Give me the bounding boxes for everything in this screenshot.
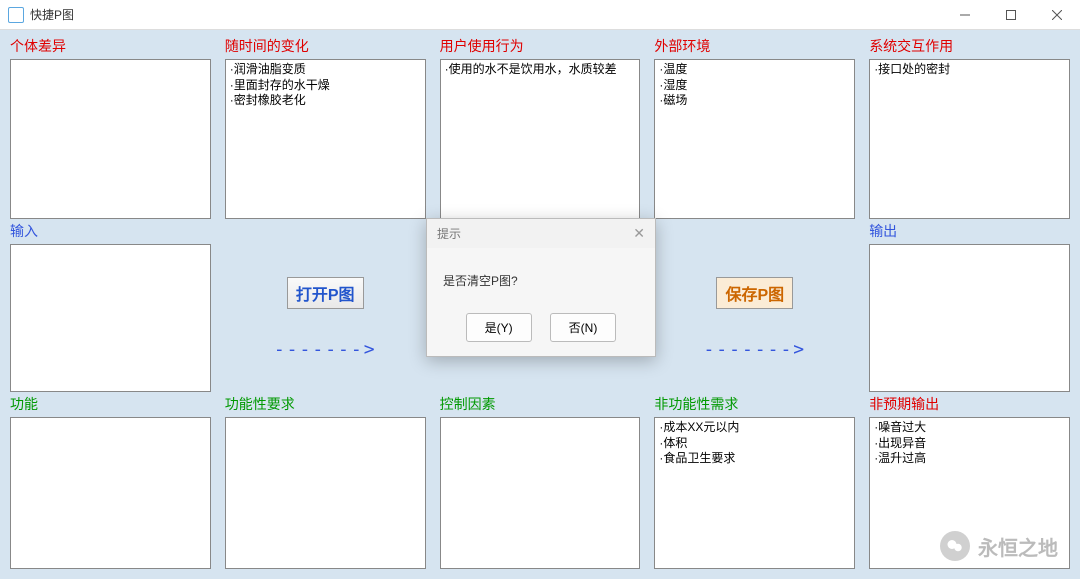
header-system-interaction: 系统交互作用 <box>869 36 1070 57</box>
box-output <box>869 244 1070 392</box>
dialog-title-text: 提示 <box>437 225 461 242</box>
dialog-buttons: 是(Y) 否(N) <box>427 309 655 356</box>
window-title: 快捷P图 <box>30 6 74 23</box>
save-pmap-button[interactable]: 保存P图 <box>716 277 793 309</box>
header-function: 功能 <box>10 394 211 415</box>
textarea-functional-req[interactable] <box>226 418 425 568</box>
box-external-env <box>654 59 855 219</box>
open-pmap-button[interactable]: 打开P图 <box>287 277 364 309</box>
textarea-time-change[interactable] <box>226 60 425 218</box>
textarea-control-factor[interactable] <box>441 418 640 568</box>
watermark-text: 永恒之地 <box>978 532 1058 561</box>
header-external-env: 外部环境 <box>654 36 855 57</box>
dialog-titlebar: 提示 ✕ <box>427 219 655 248</box>
box-input <box>10 244 211 392</box>
textarea-system-interaction[interactable] <box>870 60 1069 218</box>
maximize-button[interactable] <box>988 0 1034 30</box>
dialog-yes-button[interactable]: 是(Y) <box>466 313 532 342</box>
textarea-input[interactable] <box>11 245 210 391</box>
app-icon <box>8 7 24 23</box>
header-control-factor: 控制因素 <box>440 394 641 415</box>
textarea-user-behavior[interactable] <box>441 60 640 218</box>
box-system-interaction <box>869 59 1070 219</box>
dialog-close-icon[interactable]: ✕ <box>633 225 645 242</box>
box-control-factor <box>440 417 641 569</box>
arrow-right: -------> <box>703 339 806 360</box>
header-functional-req: 功能性要求 <box>225 394 426 415</box>
box-time-change <box>225 59 426 219</box>
close-button[interactable] <box>1034 0 1080 30</box>
box-functional-req <box>225 417 426 569</box>
confirm-dialog: 提示 ✕ 是否清空P图? 是(Y) 否(N) <box>426 218 656 357</box>
box-nonfunctional-req <box>654 417 855 569</box>
middle-open-cell: 打开P图 -------> <box>225 244 426 392</box>
textarea-individual-diff[interactable] <box>11 60 210 218</box>
header-individual-diff: 个体差异 <box>10 36 211 57</box>
dialog-no-button[interactable]: 否(N) <box>550 313 617 342</box>
middle-save-cell: 保存P图 -------> <box>654 244 855 392</box>
minimize-button[interactable] <box>942 0 988 30</box>
box-function <box>10 417 211 569</box>
header-time-change: 随时间的变化 <box>225 36 426 57</box>
textarea-external-env[interactable] <box>655 60 854 218</box>
header-user-behavior: 用户使用行为 <box>440 36 641 57</box>
watermark: 永恒之地 <box>940 531 1058 561</box>
dialog-message: 是否清空P图? <box>427 248 655 309</box>
textarea-output[interactable] <box>870 245 1069 391</box>
window-controls <box>942 0 1080 30</box>
header-unexpected-output: 非预期输出 <box>869 394 1070 415</box>
textarea-function[interactable] <box>11 418 210 568</box>
box-individual-diff <box>10 59 211 219</box>
header-output: 输出 <box>869 221 1070 242</box>
titlebar: 快捷P图 <box>0 0 1080 30</box>
box-user-behavior <box>440 59 641 219</box>
arrow-left: -------> <box>274 339 377 360</box>
header-nonfunctional-req: 非功能性需求 <box>654 394 855 415</box>
wechat-icon <box>940 531 970 561</box>
textarea-nonfunctional-req[interactable] <box>655 418 854 568</box>
header-input: 输入 <box>10 221 211 242</box>
